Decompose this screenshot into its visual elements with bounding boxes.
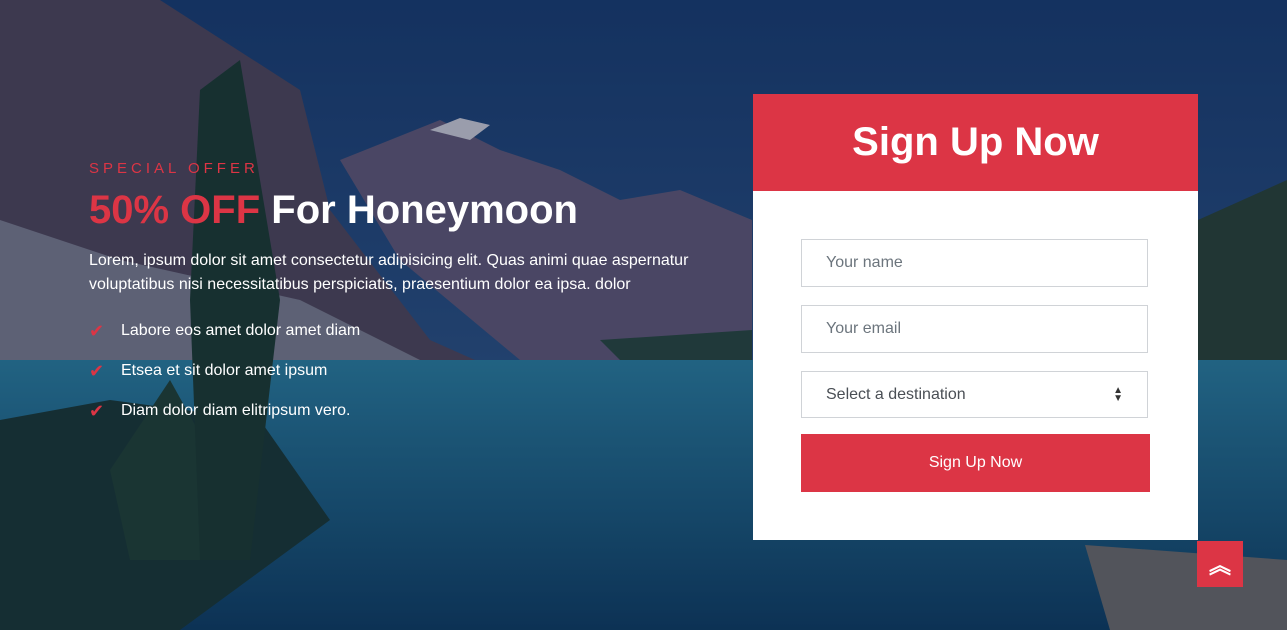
check-icon: ✔ [89,320,105,341]
double-chevron-up-icon: ︽ [1208,553,1231,578]
discount-text: 50% OFF [89,188,261,232]
feature-text: Etsea et sit dolor amet ipsum [121,362,328,379]
signup-submit-button[interactable]: Sign Up Now [801,434,1150,492]
signup-title: Sign Up Now [753,94,1198,191]
feature-text: Diam dolor diam elitripsum vero. [121,402,351,419]
check-icon: ✔ [89,360,105,381]
feature-text: Labore eos amet dolor amet diam [121,322,361,339]
feature-item: ✔ Diam dolor diam elitripsum vero. [89,391,729,431]
feature-list: ✔ Labore eos amet dolor amet diam ✔ Etse… [89,311,729,431]
signup-card: Sign Up Now Your name Your email Select … [753,94,1198,540]
offer-description: Lorem, ipsum dolor sit amet consectetur … [89,252,689,293]
destination-selected-value: Select a destination [826,385,966,403]
feature-item: ✔ Labore eos amet dolor amet diam [89,311,729,351]
offer-headline: 50% OFF For Honeymoon [89,185,729,235]
sort-arrows-icon: ▲ ▼ [1113,384,1123,404]
back-to-top-button[interactable]: ︽ [1197,541,1243,587]
offer-title: For Honeymoon [260,188,578,232]
feature-item: ✔ Etsea et sit dolor amet ipsum [89,351,729,391]
destination-select[interactable]: Select a destination ▲ ▼ [801,371,1148,418]
check-icon: ✔ [89,400,105,421]
email-input[interactable]: Your email [801,305,1148,353]
special-offer-label: SPECIAL OFFER [89,160,259,177]
offer-section: SPECIAL OFFER 50% OFF For Honeymoon Lore… [89,160,729,447]
name-input[interactable]: Your name [801,239,1148,287]
